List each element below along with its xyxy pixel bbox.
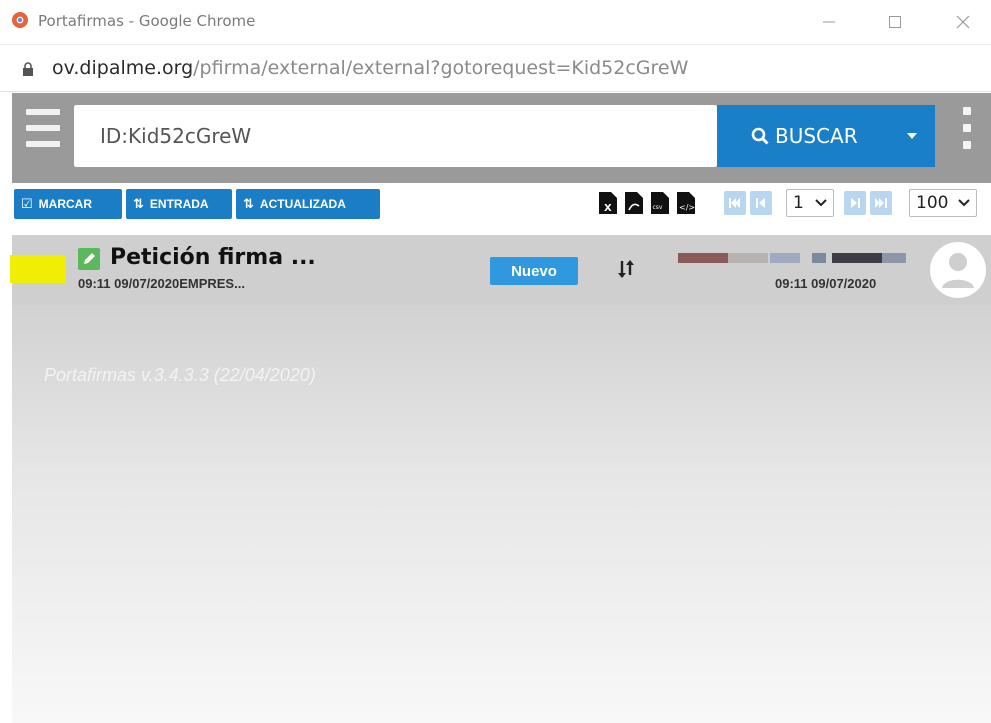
redacted-sender-block	[812, 253, 826, 263]
sort-order-icon	[618, 260, 634, 278]
marcar-label: MARCAR	[38, 197, 92, 211]
maximize-button[interactable]	[872, 6, 918, 38]
last-page-icon	[875, 198, 887, 208]
hamburger-icon-bar	[26, 109, 60, 115]
list-toolbar: ☑ MARCAR ⇅ ENTRADA ⇅ ACTUALIZADA X csv <…	[12, 183, 991, 235]
page-size-value: 100	[916, 193, 949, 213]
url-host: ov.dipalme.org	[52, 57, 194, 79]
redacted-sender-block	[882, 253, 906, 263]
app-header: BUSCAR	[12, 93, 991, 183]
window-title-bar: Portafirmas - Google Chrome	[0, 0, 991, 44]
minimize-button[interactable]	[806, 6, 852, 38]
redacted-sender-block	[832, 253, 882, 263]
next-page-button[interactable]	[844, 191, 866, 215]
previous-page-button[interactable]	[750, 191, 772, 215]
app-logo-icon	[12, 12, 28, 28]
sort-icon: ⇅	[243, 196, 254, 211]
next-page-icon	[851, 198, 860, 208]
first-page-icon	[729, 198, 740, 208]
edit-icon	[78, 248, 100, 270]
svg-text:csv: csv	[653, 204, 663, 211]
kebab-icon-dot	[963, 141, 971, 149]
redacted-sender-block	[678, 253, 728, 263]
search-icon	[751, 127, 769, 145]
request-row[interactable]: Petición firma ... 09:11 09/07/2020EMPRE…	[10, 235, 991, 305]
xml-file-icon[interactable]: </>	[676, 191, 696, 215]
chevron-down-icon	[815, 199, 827, 207]
close-window-button[interactable]	[940, 6, 986, 38]
search-input[interactable]	[74, 105, 717, 167]
page-number-select[interactable]: 1	[786, 189, 834, 217]
buscar-label: BUSCAR	[775, 124, 858, 148]
marcar-button[interactable]: ☑ MARCAR	[14, 189, 122, 219]
window-title: Portafirmas - Google Chrome	[38, 12, 256, 30]
sort-entrada-button[interactable]: ⇅ ENTRADA	[126, 189, 232, 219]
kebab-icon-dot	[963, 107, 971, 115]
previous-page-icon	[756, 198, 765, 208]
svg-text:X: X	[604, 203, 612, 214]
close-icon	[956, 15, 970, 29]
sort-actualizada-button[interactable]: ⇅ ACTUALIZADA	[236, 189, 380, 219]
pdf-file-icon[interactable]	[624, 191, 644, 215]
caret-down-icon	[907, 133, 917, 139]
minimize-icon	[823, 21, 835, 23]
request-title: Petición firma ...	[110, 245, 316, 270]
page-size-select[interactable]: 100	[909, 189, 977, 217]
actualizada-label: ACTUALIZADA	[259, 197, 346, 211]
svg-text:</>: </>	[679, 203, 695, 212]
hamburger-icon-bar	[26, 125, 60, 131]
content-area: Portafirmas v.3.4.3.3 (22/04/2020)	[12, 305, 991, 723]
menu-button[interactable]	[26, 109, 60, 147]
version-text: Portafirmas v.3.4.3.3 (22/04/2020)	[44, 365, 316, 385]
chevron-down-icon	[958, 199, 970, 207]
maximize-icon	[889, 16, 901, 28]
priority-highlight	[10, 255, 66, 283]
page-number-value: 1	[793, 193, 804, 213]
check-square-icon: ☑	[21, 196, 33, 211]
url-path: /pfirma/external/external?gotorequest=Ki…	[193, 57, 689, 79]
first-page-button[interactable]	[724, 191, 746, 215]
hamburger-icon-bar	[26, 141, 60, 147]
sort-icon: ⇅	[133, 196, 144, 211]
last-page-button[interactable]	[870, 191, 892, 215]
avatar-icon	[930, 242, 986, 298]
csv-file-icon[interactable]: csv	[650, 191, 670, 215]
redacted-sender-block	[770, 253, 800, 263]
redacted-sender-block	[728, 253, 768, 263]
request-date: 09:11 09/07/2020	[775, 276, 877, 291]
lock-icon	[23, 62, 33, 76]
kebab-icon-dot	[963, 124, 971, 132]
url-text[interactable]: ov.dipalme.org/pfirma/external/external?…	[52, 57, 688, 79]
entrada-label: ENTRADA	[149, 197, 209, 211]
excel-file-icon[interactable]: X	[598, 191, 618, 215]
more-options-button[interactable]	[961, 107, 973, 149]
buscar-button[interactable]: BUSCAR	[717, 105, 889, 167]
request-subtitle: 09:11 09/07/2020EMPRES...	[78, 276, 245, 291]
search-options-dropdown[interactable]	[889, 105, 935, 167]
status-badge: Nuevo	[490, 257, 578, 285]
address-bar[interactable]: ov.dipalme.org/pfirma/external/external?…	[0, 44, 991, 92]
